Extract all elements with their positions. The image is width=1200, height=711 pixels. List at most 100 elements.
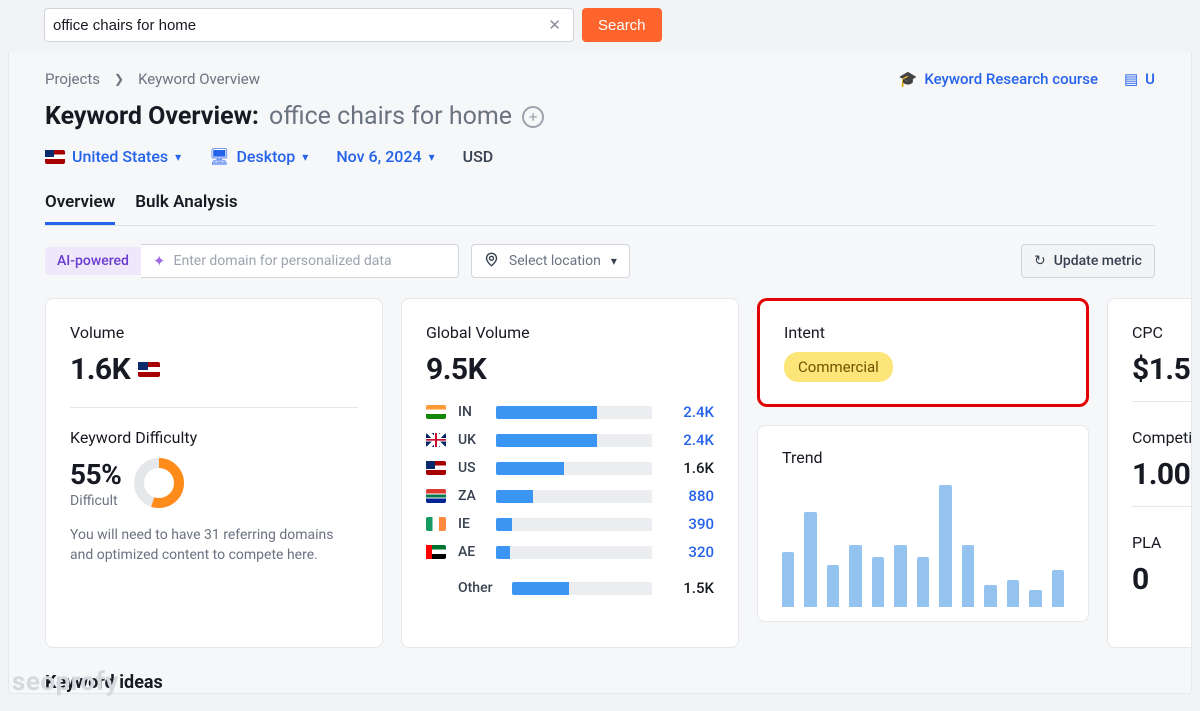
divider bbox=[1132, 401, 1192, 402]
intent-card: Intent Commercial bbox=[757, 298, 1089, 407]
breadcrumb-current[interactable]: Keyword Overview bbox=[138, 70, 260, 88]
controls-row: AI-powered ✦ Enter domain for personaliz… bbox=[9, 226, 1191, 278]
personalize-placeholder: Enter domain for personalized data bbox=[174, 253, 392, 269]
gv-row-other: Other 1.5K bbox=[426, 579, 714, 597]
cpc-value: $1.56 bbox=[1132, 352, 1192, 387]
location-placeholder: Select location bbox=[509, 253, 601, 269]
location-selector[interactable]: Select location ▾ bbox=[471, 244, 630, 278]
global-volume-card: Global Volume 9.5K IN2.4KUK2.4KUS1.6KZA8… bbox=[401, 298, 739, 648]
trend-title: Trend bbox=[782, 448, 1064, 467]
add-keyword-button[interactable]: + bbox=[522, 106, 544, 128]
search-input-wrap: ✕ bbox=[44, 8, 574, 42]
global-volume-rows: IN2.4KUK2.4KUS1.6KZA880IE390AE320Other1.… bbox=[426, 403, 714, 597]
gv-other-label: Other bbox=[458, 580, 500, 596]
gv-bar bbox=[496, 462, 652, 475]
kd-row: 55% Difficult bbox=[70, 457, 358, 509]
trend-bar bbox=[872, 557, 884, 607]
flag-icon bbox=[426, 489, 446, 503]
trend-bar bbox=[1052, 570, 1064, 608]
gv-country-code: IE bbox=[458, 516, 484, 532]
page-title-keyword: office chairs for home bbox=[269, 102, 512, 131]
header-links: 🎓 Keyword Research course ▤ U bbox=[899, 70, 1155, 88]
search-row: ✕ Search bbox=[8, 0, 1192, 52]
gv-bar bbox=[496, 406, 652, 419]
user-manual-link[interactable]: ▤ U bbox=[1124, 70, 1155, 88]
breadcrumb-projects[interactable]: Projects bbox=[45, 70, 100, 88]
update-metrics-button[interactable]: ↻ Update metric bbox=[1021, 244, 1155, 278]
cards-row: Volume 1.6K Keyword Difficulty 55% Diffi… bbox=[9, 278, 1191, 648]
keyword-research-course-link[interactable]: 🎓 Keyword Research course bbox=[899, 70, 1098, 88]
refresh-icon: ↻ bbox=[1034, 253, 1046, 269]
intent-badge: Commercial bbox=[784, 352, 893, 382]
flag-us-icon bbox=[45, 150, 65, 164]
gv-value[interactable]: 320 bbox=[664, 543, 714, 561]
competition-value: 1.00 bbox=[1132, 457, 1192, 492]
gv-row: US 1.6K bbox=[426, 459, 714, 477]
divider bbox=[1132, 506, 1192, 507]
kd-title: Keyword Difficulty bbox=[70, 428, 358, 447]
country-selector-label: United States bbox=[72, 147, 168, 166]
personalize-domain-input[interactable]: ✦ Enter domain for personalized data bbox=[141, 244, 459, 278]
device-selector[interactable]: 🖥 Desktop ▾ bbox=[209, 147, 308, 166]
gv-value[interactable]: 880 bbox=[664, 487, 714, 505]
update-metrics-label: Update metric bbox=[1054, 253, 1142, 269]
selector-row: United States ▾ 🖥 Desktop ▾ Nov 6, 2024 … bbox=[45, 147, 1155, 166]
gv-country-code: UK bbox=[458, 432, 484, 448]
gv-bar bbox=[496, 490, 652, 503]
competition-title: Competit bbox=[1132, 428, 1192, 447]
chevron-down-icon: ▾ bbox=[302, 150, 308, 164]
gv-value[interactable]: 390 bbox=[664, 515, 714, 533]
clear-icon[interactable]: ✕ bbox=[544, 16, 565, 34]
breadcrumb-row: Projects ❯ Keyword Overview 🎓 Keyword Re… bbox=[45, 70, 1155, 88]
kd-value: 55% bbox=[70, 458, 121, 491]
gv-value[interactable]: 2.4K bbox=[664, 431, 714, 449]
flag-icon bbox=[426, 545, 446, 559]
intent-title: Intent bbox=[784, 323, 1062, 342]
intent-trend-column: Intent Commercial Trend bbox=[757, 298, 1089, 648]
country-selector[interactable]: United States ▾ bbox=[45, 147, 181, 166]
trend-bar bbox=[782, 552, 794, 607]
search-button[interactable]: Search bbox=[582, 8, 662, 42]
controls-left: AI-powered ✦ Enter domain for personaliz… bbox=[45, 244, 630, 278]
page-title-prefix: Keyword Overview: bbox=[45, 102, 259, 131]
volume-number: 1.6K bbox=[70, 352, 130, 387]
gv-value[interactable]: 2.4K bbox=[664, 403, 714, 421]
trend-bar bbox=[827, 565, 839, 608]
date-selector[interactable]: Nov 6, 2024 ▾ bbox=[336, 147, 434, 166]
trend-bar bbox=[849, 545, 861, 608]
volume-value: 1.6K bbox=[70, 352, 358, 387]
cpc-title: CPC bbox=[1132, 323, 1192, 342]
tabs: Overview Bulk Analysis bbox=[45, 192, 1155, 226]
main-panel: Projects ❯ Keyword Overview 🎓 Keyword Re… bbox=[8, 52, 1192, 694]
gv-bar bbox=[496, 518, 652, 531]
gv-row: IN2.4K bbox=[426, 403, 714, 421]
global-volume-value: 9.5K bbox=[426, 352, 714, 387]
trend-bar bbox=[917, 557, 929, 607]
chevron-down-icon: ▾ bbox=[429, 150, 435, 164]
trend-bar bbox=[962, 545, 974, 608]
date-selector-label: Nov 6, 2024 bbox=[336, 147, 421, 166]
chevron-down-icon: ▾ bbox=[611, 254, 617, 268]
pla-value: 0 bbox=[1132, 562, 1192, 597]
trend-bar bbox=[894, 545, 906, 608]
graduation-cap-icon: 🎓 bbox=[899, 70, 918, 88]
gv-value: 1.6K bbox=[664, 459, 714, 477]
gv-value: 1.5K bbox=[664, 579, 714, 597]
flag-us-icon bbox=[138, 362, 160, 377]
user-manual-label: U bbox=[1145, 70, 1155, 88]
global-volume-title: Global Volume bbox=[426, 323, 714, 342]
pla-title: PLA bbox=[1132, 533, 1192, 552]
gv-country-code: US bbox=[458, 460, 484, 476]
trend-bar bbox=[984, 585, 996, 608]
gv-country-code: AE bbox=[458, 544, 484, 560]
currency-label: USD bbox=[463, 147, 494, 166]
gv-bar bbox=[496, 546, 652, 559]
kd-description: You will need to have 31 referring domai… bbox=[70, 525, 358, 566]
sparkle-icon: ✦ bbox=[153, 252, 166, 270]
tab-bulk-analysis[interactable]: Bulk Analysis bbox=[135, 192, 237, 225]
tab-overview[interactable]: Overview bbox=[45, 192, 115, 225]
trend-card: Trend bbox=[757, 425, 1089, 622]
search-input[interactable] bbox=[53, 17, 544, 34]
gv-row: IE 390 bbox=[426, 515, 714, 533]
device-selector-label: Desktop bbox=[236, 147, 295, 166]
